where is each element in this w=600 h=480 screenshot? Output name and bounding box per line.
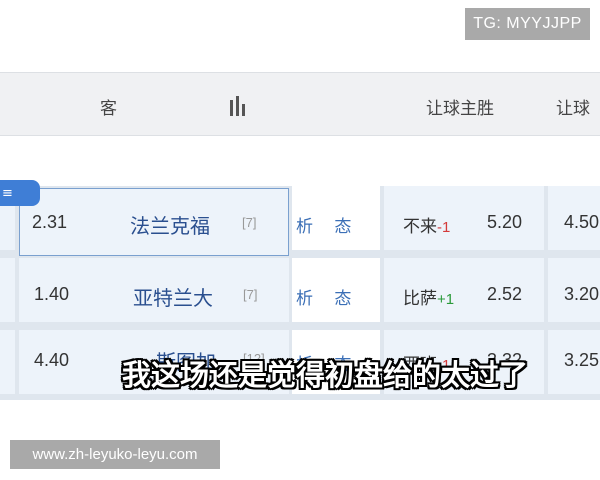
handicap-label: 不来-1 bbox=[403, 217, 451, 237]
video-subtitle: 我这场还是觉得初盘给的太过了 bbox=[121, 358, 528, 392]
team-name[interactable]: 亚特兰大 bbox=[133, 282, 213, 311]
analysis-link[interactable]: 析 态 bbox=[296, 284, 359, 309]
handicap-label: 比萨+1 bbox=[403, 289, 455, 309]
next-odds[interactable]: 4.50 bbox=[564, 212, 599, 233]
header-away: 客 bbox=[100, 99, 117, 119]
header-handicap-home-win: 让球主胜 bbox=[426, 99, 494, 119]
header-handicap-next: 让球 bbox=[556, 99, 590, 119]
bar-chart-icon[interactable] bbox=[230, 96, 250, 116]
handicap-odds[interactable]: 5.20 bbox=[487, 212, 522, 233]
watermark-url: www.zh-leyuko-leyu.com bbox=[10, 440, 220, 469]
analysis-link[interactable]: 析 态 bbox=[296, 212, 359, 237]
table-header bbox=[0, 72, 600, 136]
team-name[interactable]: 法兰克福 bbox=[130, 210, 210, 239]
next-odds[interactable]: 3.20 bbox=[564, 284, 599, 305]
menu-tag-icon[interactable]: ≡ bbox=[0, 180, 40, 206]
team-rank: [7] bbox=[243, 287, 258, 302]
watermark-telegram: TG: MYYJJPP bbox=[465, 8, 590, 40]
handicap-odds[interactable]: 2.52 bbox=[487, 284, 522, 305]
away-odds[interactable]: 1.40 bbox=[34, 284, 69, 305]
team-rank: [7] bbox=[242, 215, 257, 230]
away-odds[interactable]: 2.31 bbox=[32, 212, 67, 233]
